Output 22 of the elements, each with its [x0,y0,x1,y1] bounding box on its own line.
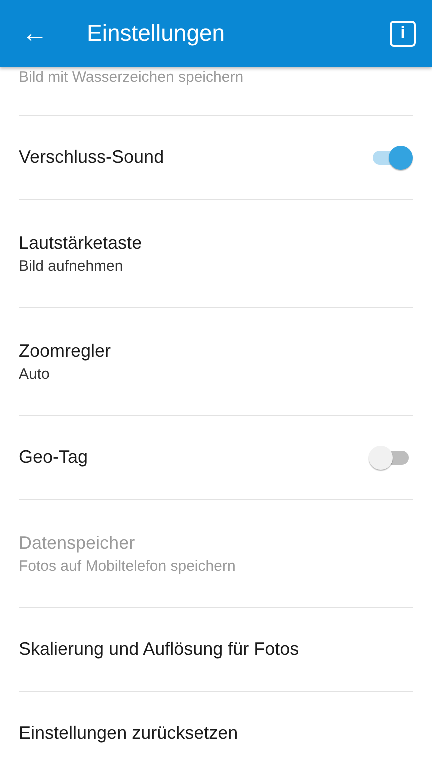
setting-title: Zoomregler [19,340,112,362]
toggle-thumb[interactable] [369,446,393,470]
settings-row[interactable]: Geo-Tag [19,416,413,500]
settings-row[interactable]: Zoomregler Auto [19,308,413,416]
setting-subtitle: Fotos auf Mobiltelefon speichern [19,558,237,574]
back-button[interactable]: ← [20,18,50,49]
screen-title: Einstellungen [87,20,226,47]
setting-subtitle: Bild aufnehmen [19,258,124,274]
setting-subtitle: Auto [19,366,51,382]
setting-title: Lautstärketaste [19,232,144,254]
settings-row[interactable]: Verschluss-Sound [19,116,413,200]
setting-title: Datenspeicher [19,532,136,554]
setting-title: Skalierung und Auflösung für Fotos [19,639,300,660]
setting-subtitle: Bild mit Wasserzeichen speichern [19,69,245,86]
toggle-thumb[interactable] [389,146,413,170]
setting-title: Verschluss-Sound [19,147,166,168]
settings-row[interactable]: Einstellungen zurücksetzen [19,692,413,768]
setting-title: Einstellungen zurücksetzen [19,723,240,744]
settings-row[interactable]: Lautstärketaste Bild aufnehmen [19,200,413,308]
info-button[interactable]: i [390,20,416,46]
settings-row[interactable]: Skalierung und Auflösung für Fotos [19,608,413,692]
setting-title: Geo-Tag [19,447,90,468]
